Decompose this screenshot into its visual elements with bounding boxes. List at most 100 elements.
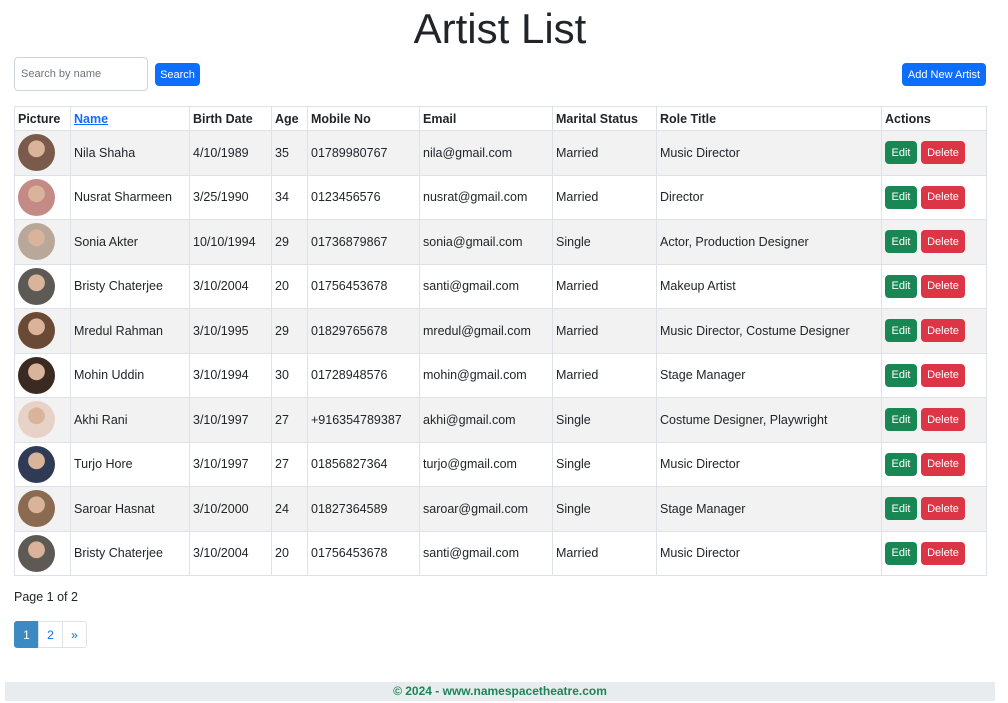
picture-cell (14, 486, 71, 532)
age-cell: 35 (271, 130, 308, 176)
birth-date-cell: 3/10/1997 (189, 397, 272, 443)
mobile-cell: 01756453678 (307, 530, 420, 576)
age-cell: 20 (271, 530, 308, 576)
birth-date-cell: 3/10/1995 (189, 308, 272, 354)
actions-cell: Edit Delete (881, 263, 987, 309)
edit-button[interactable]: Edit (885, 274, 917, 298)
marital-status-cell: Married (552, 308, 657, 354)
delete-button[interactable]: Delete (921, 141, 965, 165)
mobile-cell: 0123456576 (307, 174, 420, 220)
birth-date-cell: 3/10/1997 (189, 441, 272, 487)
delete-button[interactable]: Delete (921, 319, 965, 343)
mobile-cell: 01856827364 (307, 441, 420, 487)
email-cell: santi@gmail.com (419, 263, 553, 309)
table-row: Turjo Hore 3/10/1997 27 01856827364 turjo@gm… (14, 441, 987, 487)
actions-cell: Edit Delete (881, 174, 987, 220)
table-row: Nusrat Sharmeen 3/25/1990 34 0123456576 nusr… (14, 174, 987, 220)
delete-button[interactable]: Delete (921, 497, 965, 521)
marital-status-cell: Married (552, 352, 657, 398)
picture-cell (14, 174, 71, 220)
marital-status-cell: Single (552, 486, 657, 532)
name-cell: Turjo Hore (70, 441, 190, 487)
actions-cell: Edit Delete (881, 352, 987, 398)
table-row: Bristy Chaterjee 3/10/2004 20 01756453678 sa… (14, 530, 987, 576)
search-input[interactable] (14, 57, 148, 91)
picture-cell (14, 308, 71, 354)
avatar (18, 534, 55, 572)
actions-cell: Edit Delete (881, 530, 987, 576)
picture-cell (14, 352, 71, 398)
picture-cell (14, 530, 71, 576)
next-page-link[interactable]: » (62, 621, 87, 648)
name-cell: Sonia Akter (70, 219, 190, 265)
edit-button[interactable]: Edit (885, 319, 917, 343)
actions-cell: Edit Delete (881, 219, 987, 265)
role-title-cell: Stage Manager (656, 352, 882, 398)
actions-cell: Edit Delete (881, 130, 987, 176)
page-info: Page 1 of 2 (14, 590, 78, 604)
delete-button[interactable]: Delete (921, 408, 965, 432)
delete-button[interactable]: Delete (921, 452, 965, 476)
name-cell: Nila Shaha (70, 130, 190, 176)
page-2-link[interactable]: 2 (38, 621, 63, 648)
actions-cell: Edit Delete (881, 308, 987, 354)
edit-button[interactable]: Edit (885, 141, 917, 165)
avatar (18, 356, 55, 394)
age-cell: 24 (271, 486, 308, 532)
edit-button[interactable]: Edit (885, 452, 917, 476)
edit-button[interactable]: Edit (885, 363, 917, 387)
sort-by-name-link[interactable]: Name (74, 112, 108, 126)
marital-status-cell: Single (552, 441, 657, 487)
email-cell: saroar@gmail.com (419, 486, 553, 532)
role-title-cell: Music Director (656, 130, 882, 176)
edit-button[interactable]: Edit (885, 408, 917, 432)
birth-date-cell: 3/25/1990 (189, 174, 272, 220)
birth-date-cell: 3/10/1994 (189, 352, 272, 398)
artist-table: Picture Name Birth Date Age Mobile No Em… (14, 106, 987, 576)
avatar (18, 490, 55, 528)
name-cell: Bristy Chaterjee (70, 263, 190, 309)
mobile-cell: 01728948576 (307, 352, 420, 398)
email-cell: mredul@gmail.com (419, 308, 553, 354)
delete-button[interactable]: Delete (921, 230, 965, 254)
birth-date-cell: 3/10/2000 (189, 486, 272, 532)
mobile-cell: +916354789387 (307, 397, 420, 443)
role-title-cell: Music Director (656, 441, 882, 487)
table-row: Saroar Hasnat 3/10/2000 24 01827364589 saroa… (14, 486, 987, 532)
artist-table-container: Picture Name Birth Date Age Mobile No Em… (14, 106, 987, 576)
search-button[interactable]: Search (155, 63, 200, 86)
mobile-cell: 01827364589 (307, 486, 420, 532)
edit-button[interactable]: Edit (885, 541, 917, 565)
delete-button[interactable]: Delete (921, 541, 965, 565)
actions-cell: Edit Delete (881, 486, 987, 532)
delete-button[interactable]: Delete (921, 185, 965, 209)
table-row: Akhi Rani 3/10/1997 27 +916354789387 akhi@gm… (14, 397, 987, 443)
role-title-cell: Music Director (656, 530, 882, 576)
marital-status-cell: Married (552, 130, 657, 176)
role-title-cell: Actor, Production Designer (656, 219, 882, 265)
table-row: Sonia Akter 10/10/1994 29 01736879867 sonia@… (14, 219, 987, 265)
name-cell: Nusrat Sharmeen (70, 174, 190, 220)
edit-button[interactable]: Edit (885, 185, 917, 209)
role-title-cell: Music Director, Costume Designer (656, 308, 882, 354)
role-title-cell: Costume Designer, Playwright (656, 397, 882, 443)
avatar (18, 223, 55, 261)
delete-button[interactable]: Delete (921, 274, 965, 298)
name-cell: Mohin Uddin (70, 352, 190, 398)
edit-button[interactable]: Edit (885, 230, 917, 254)
picture-cell (14, 397, 71, 443)
role-title-cell: Stage Manager (656, 486, 882, 532)
birth-date-cell: 4/10/1989 (189, 130, 272, 176)
delete-button[interactable]: Delete (921, 363, 965, 387)
marital-status-cell: Married (552, 263, 657, 309)
edit-button[interactable]: Edit (885, 497, 917, 521)
picture-cell (14, 441, 71, 487)
name-cell: Mredul Rahman (70, 308, 190, 354)
avatar (18, 401, 55, 439)
avatar (18, 267, 55, 305)
age-cell: 27 (271, 397, 308, 443)
age-cell: 20 (271, 263, 308, 309)
page-1-link[interactable]: 1 (14, 621, 39, 648)
add-new-artist-button[interactable]: Add New Artist (902, 63, 986, 86)
column-header-marital-status: Marital Status (552, 106, 657, 131)
